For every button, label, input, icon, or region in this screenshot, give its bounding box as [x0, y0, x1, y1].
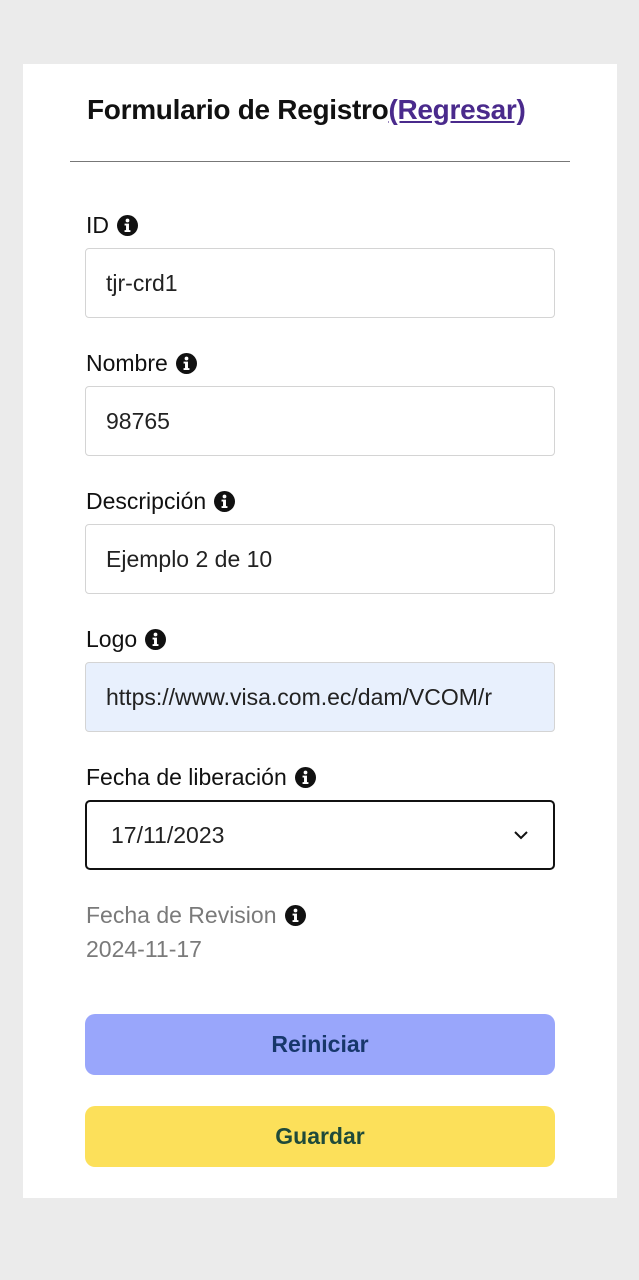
fecha-revision-label: Fecha de Revision [86, 900, 306, 930]
save-button[interactable]: Guardar [85, 1106, 555, 1167]
fecha-liberacion-label: Fecha de liberación [86, 762, 316, 792]
nombre-label: Nombre [86, 348, 197, 378]
registration-form-card: Formulario de Registro(Regresar) ID Nomb… [23, 64, 617, 1198]
info-circle-icon[interactable] [175, 352, 197, 374]
back-link[interactable]: (Regresar) [388, 94, 525, 125]
fecha-revision-label-text: Fecha de Revision [86, 901, 277, 928]
reset-button[interactable]: Reiniciar [85, 1014, 555, 1075]
descripcion-label: Descripción [86, 486, 236, 516]
id-label-text: ID [86, 211, 109, 238]
info-circle-icon[interactable] [284, 904, 306, 926]
id-label: ID [86, 210, 138, 240]
logo-label-text: Logo [86, 625, 138, 652]
logo-label: Logo [86, 624, 167, 654]
info-circle-icon[interactable] [145, 628, 167, 650]
logo-url-input[interactable] [85, 662, 555, 732]
info-circle-icon[interactable] [294, 766, 316, 788]
nombre-input[interactable] [85, 386, 555, 456]
nombre-label-text: Nombre [86, 349, 168, 376]
fecha-liberacion-label-text: Fecha de liberación [86, 763, 287, 790]
id-input[interactable] [85, 248, 555, 318]
info-circle-icon[interactable] [214, 490, 236, 512]
header-divider [70, 161, 570, 162]
descripcion-input[interactable] [85, 524, 555, 594]
chevron-down-icon [514, 831, 528, 840]
fecha-liberacion-select[interactable]: 17/11/2023 [85, 800, 555, 870]
page-title: Formulario de Registro [87, 94, 389, 125]
fecha-revision-value: 2024-11-17 [86, 936, 202, 962]
fecha-liberacion-selected-value: 17/11/2023 [111, 821, 225, 848]
descripcion-label-text: Descripción [86, 487, 207, 514]
info-circle-icon[interactable] [117, 214, 138, 236]
form-header: Formulario de Registro(Regresar) [87, 94, 557, 134]
